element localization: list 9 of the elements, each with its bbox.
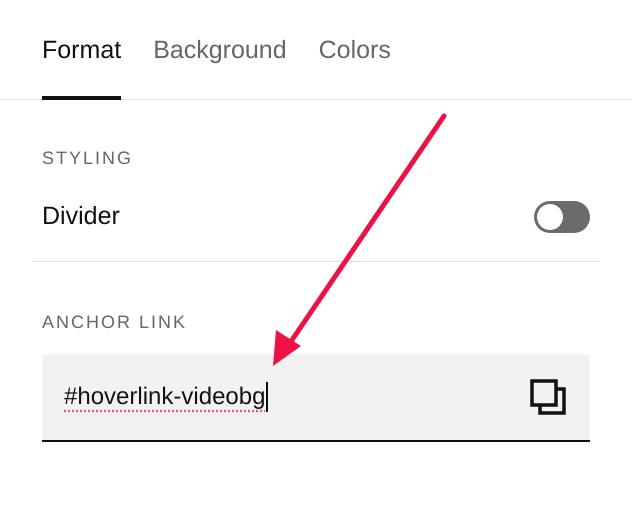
section-heading: ANCHOR LINK [42,311,188,334]
copy-icon[interactable] [530,379,566,415]
tab[interactable]: Format [42,30,122,100]
divider-toggle[interactable] [534,201,590,233]
section-heading: STYLING [42,147,134,170]
divider-label: Divider [42,201,120,232]
tab[interactable]: Background [153,30,287,100]
anchor-link-field[interactable]: #hoverlink-videobg [42,354,590,442]
tab[interactable]: Colors [318,30,391,100]
